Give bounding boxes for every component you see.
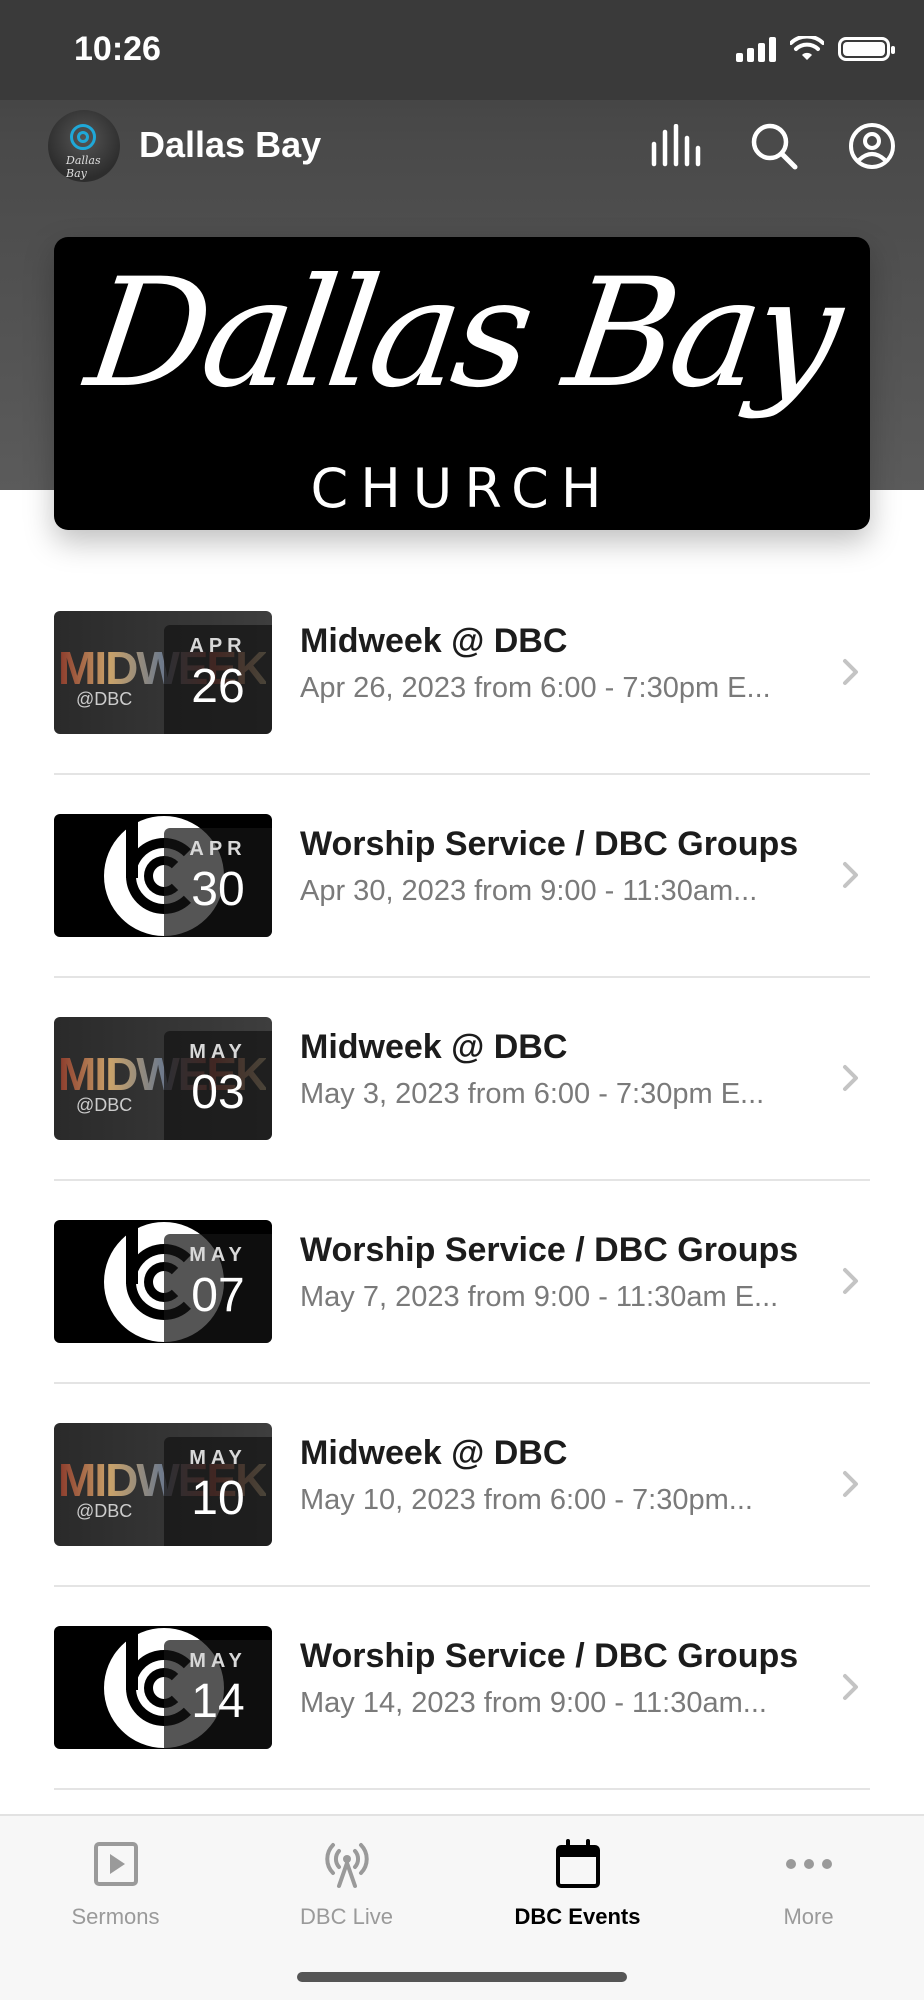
event-row[interactable]: MIDWEEK @DBC MAY 03 Midweek @ DBC May 3,… (54, 978, 870, 1181)
chevron-right-icon (843, 1065, 858, 1091)
status-bar: 10:26 (0, 0, 924, 100)
event-subtitle: May 10, 2023 from 6:00 - 7:30pm... (300, 1484, 753, 1516)
event-row[interactable]: MIDWEEK @DBC MAY 10 Midweek @ DBC May 10… (54, 1384, 870, 1587)
date-day: 10 (191, 1472, 245, 1525)
chevron-right-icon (843, 1674, 858, 1700)
event-title: Midweek @ DBC (300, 1028, 568, 1066)
chevron-right-icon (843, 1471, 858, 1497)
event-subtitle: May 3, 2023 from 6:00 - 7:30pm E... (300, 1078, 765, 1110)
event-thumbnail: MIDWEEK @DBC MAY 03 (54, 1017, 272, 1140)
date-day: 30 (191, 863, 245, 916)
app-avatar[interactable]: Dallas Bay (48, 110, 120, 182)
tab-more[interactable]: More (693, 1832, 924, 1942)
date-badge: MAY 07 (164, 1234, 272, 1343)
date-badge: APR 30 (164, 828, 272, 937)
event-thumbnail: MAY 14 (54, 1626, 272, 1749)
date-month: MAY (189, 1244, 247, 1266)
avatar-text: Dallas Bay (66, 154, 101, 180)
midweek-art-tag: @DBC (76, 1095, 133, 1115)
event-thumbnail: MAY 07 (54, 1220, 272, 1343)
profile-icon[interactable] (844, 118, 900, 174)
date-month: APR (189, 635, 247, 657)
event-title: Worship Service / DBC Groups (300, 1231, 799, 1269)
audio-bars-icon[interactable] (648, 118, 704, 174)
banner-sub-text: CHURCH (310, 457, 614, 520)
event-title: Worship Service / DBC Groups (300, 1637, 799, 1675)
tab-label: DBC Events (514, 1904, 641, 1929)
event-title: Worship Service / DBC Groups (300, 825, 799, 863)
event-row[interactable]: MIDWEEK @DBC APR 26 Midweek @ DBC Apr 26… (54, 572, 870, 775)
date-day: 26 (191, 660, 245, 713)
event-thumbnail: MIDWEEK @DBC APR 26 (54, 611, 272, 734)
event-row[interactable]: APR 30 Worship Service / DBC Groups Apr … (54, 775, 870, 978)
date-month: MAY (189, 1447, 247, 1469)
status-time: 10:26 (74, 30, 161, 68)
chevron-right-icon (843, 862, 858, 888)
search-icon[interactable] (746, 118, 802, 174)
event-subtitle: Apr 30, 2023 from 9:00 - 11:30am... (300, 875, 758, 907)
home-indicator (297, 1972, 627, 1982)
date-badge: MAY 03 (164, 1031, 272, 1140)
broadcast-antenna-icon (324, 1843, 369, 1888)
midweek-art-tag: @DBC (76, 689, 133, 709)
status-icons (736, 36, 895, 62)
date-badge: MAY 14 (164, 1640, 272, 1749)
tab-label: Sermons (71, 1904, 160, 1929)
date-day: 14 (191, 1675, 245, 1728)
tab-label: More (783, 1904, 834, 1929)
event-title: Midweek @ DBC (300, 622, 568, 660)
play-square-icon (93, 1842, 138, 1886)
tab-sermons[interactable]: Sermons (0, 1832, 231, 1942)
calendar-icon (555, 1839, 600, 1888)
date-badge: MAY 10 (164, 1437, 272, 1546)
event-row[interactable]: MAY 14 Worship Service / DBC Groups May … (54, 1587, 870, 1790)
app-title: Dallas Bay (139, 124, 322, 165)
event-title: Midweek @ DBC (300, 1434, 568, 1472)
chevron-right-icon (843, 659, 858, 685)
app-bar-actions (648, 118, 900, 174)
church-banner: Dallas Bay CHURCH (54, 237, 870, 530)
event-subtitle: Apr 26, 2023 from 6:00 - 7:30pm E... (300, 672, 771, 704)
date-badge: APR 26 (164, 625, 272, 734)
event-row[interactable]: MAY 07 Worship Service / DBC Groups May … (54, 1181, 870, 1384)
midweek-art-tag: @DBC (76, 1501, 133, 1521)
wifi-icon (790, 36, 824, 60)
event-subtitle: May 7, 2023 from 9:00 - 11:30am E... (300, 1281, 779, 1313)
date-month: MAY (189, 1650, 247, 1672)
date-day: 03 (191, 1066, 245, 1119)
tab-dbc-events[interactable]: DBC Events (462, 1832, 693, 1942)
event-thumbnail: MIDWEEK @DBC MAY 10 (54, 1423, 272, 1546)
event-subtitle: May 14, 2023 from 9:00 - 11:30am... (300, 1687, 767, 1719)
battery-icon (838, 37, 895, 61)
date-month: MAY (189, 1041, 247, 1063)
tab-label: DBC Live (300, 1904, 393, 1929)
tab-dbc-live[interactable]: DBC Live (231, 1832, 462, 1942)
cellular-signal-icon (736, 36, 776, 62)
event-list: MIDWEEK @DBC APR 26 Midweek @ DBC Apr 26… (54, 572, 870, 1790)
chevron-right-icon (843, 1268, 858, 1294)
date-day: 07 (191, 1269, 245, 1322)
banner-script-text: Dallas Bay (77, 247, 847, 421)
app-bar: Dallas Bay Dallas Bay (0, 100, 924, 200)
event-thumbnail: APR 30 (54, 814, 272, 937)
ellipsis-icon (785, 1859, 832, 1869)
date-month: APR (189, 838, 247, 860)
